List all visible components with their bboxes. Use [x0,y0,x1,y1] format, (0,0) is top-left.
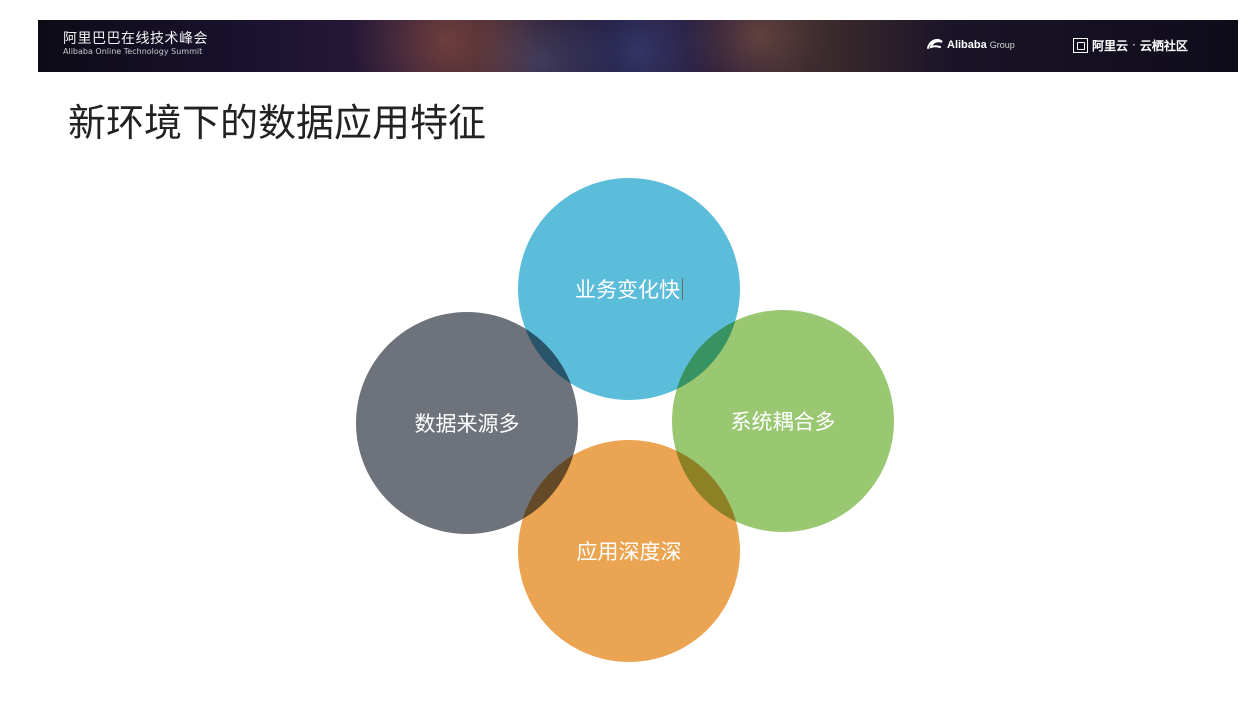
circle-label-bottom: 应用深度深 [576,540,682,564]
alibaba-logo-text: Alibaba [947,39,987,51]
logo-separator: · [1132,38,1136,52]
alibaba-group-logo: Alibaba Group [926,34,1015,56]
header-banner: 阿里巴巴在线技术峰会 Alibaba Online Technology Sum… [38,20,1238,72]
circle-bottom: 应用深度深 [518,440,740,662]
alibaba-logo-icon [927,39,943,49]
aliyun-community-logo: 阿里云 · 云栖社区 [1073,34,1188,56]
event-title: 阿里巴巴在线技术峰会 [63,31,208,47]
event-subtitle: Alibaba Online Technology Summit [63,47,203,56]
aliyun-logo-text: 阿里云 [1092,38,1129,53]
text-cursor [682,278,683,300]
community-logo-text: 云栖社区 [1139,38,1188,53]
circle-label-top: 业务变化快 [575,278,680,302]
circle-label-right: 系统耦合多 [730,410,836,434]
aliyun-logo-icon [1073,37,1088,53]
alibaba-logo-group: Group [989,40,1015,50]
slide-title: 新环境下的数据应用特征 [68,101,487,145]
circle-label-left: 数据来源多 [414,412,520,436]
